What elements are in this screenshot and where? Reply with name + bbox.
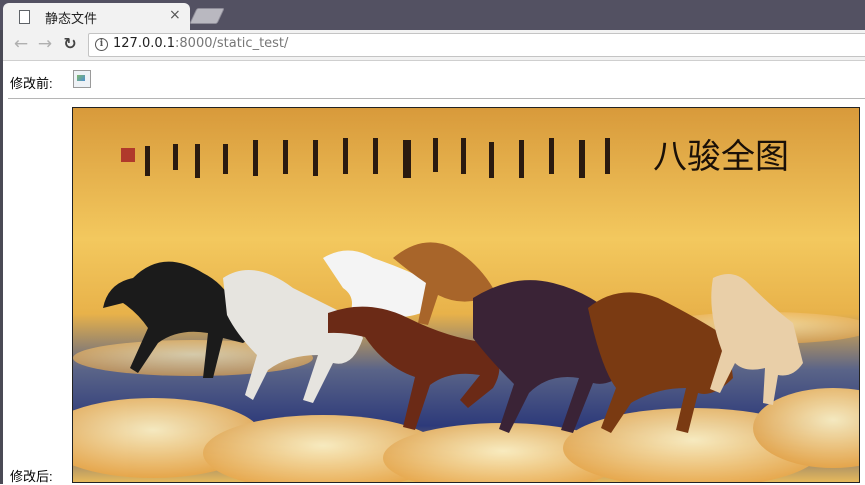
tab-close-icon[interactable]: × [169,7,181,23]
tab-title: 静态文件 [45,12,98,27]
url-host: 127.0.0.1 [113,36,176,51]
painting-title: 八骏全图 [653,137,789,177]
new-tab-button[interactable] [189,8,225,24]
eight-horses-painting: 八骏全图 [72,107,860,483]
url-path: :8000/static_test/ [175,36,289,51]
divider [8,98,865,99]
page-content: 修改前: 八骏全图 修改后: [3,61,865,484]
broken-image-icon [73,70,91,88]
browser-tab[interactable]: 静态文件 × [3,3,190,30]
painting-image: 八骏全图 [73,108,859,482]
info-icon[interactable]: i [95,38,108,51]
page-icon [19,10,30,24]
label-after: 修改后: [10,469,53,484]
reload-icon[interactable]: ↻ [60,34,80,54]
forward-arrow-icon[interactable]: → [35,34,55,54]
browser-toolbar: ← → ↻ i 127.0.0.1:8000/static_test/ [3,30,865,61]
tab-strip: 静态文件 × [0,0,865,30]
url-text: 127.0.0.1:8000/static_test/ [113,36,288,51]
back-arrow-icon[interactable]: ← [11,34,31,54]
address-bar[interactable]: i 127.0.0.1:8000/static_test/ [88,33,865,57]
label-before: 修改前: [10,76,53,91]
